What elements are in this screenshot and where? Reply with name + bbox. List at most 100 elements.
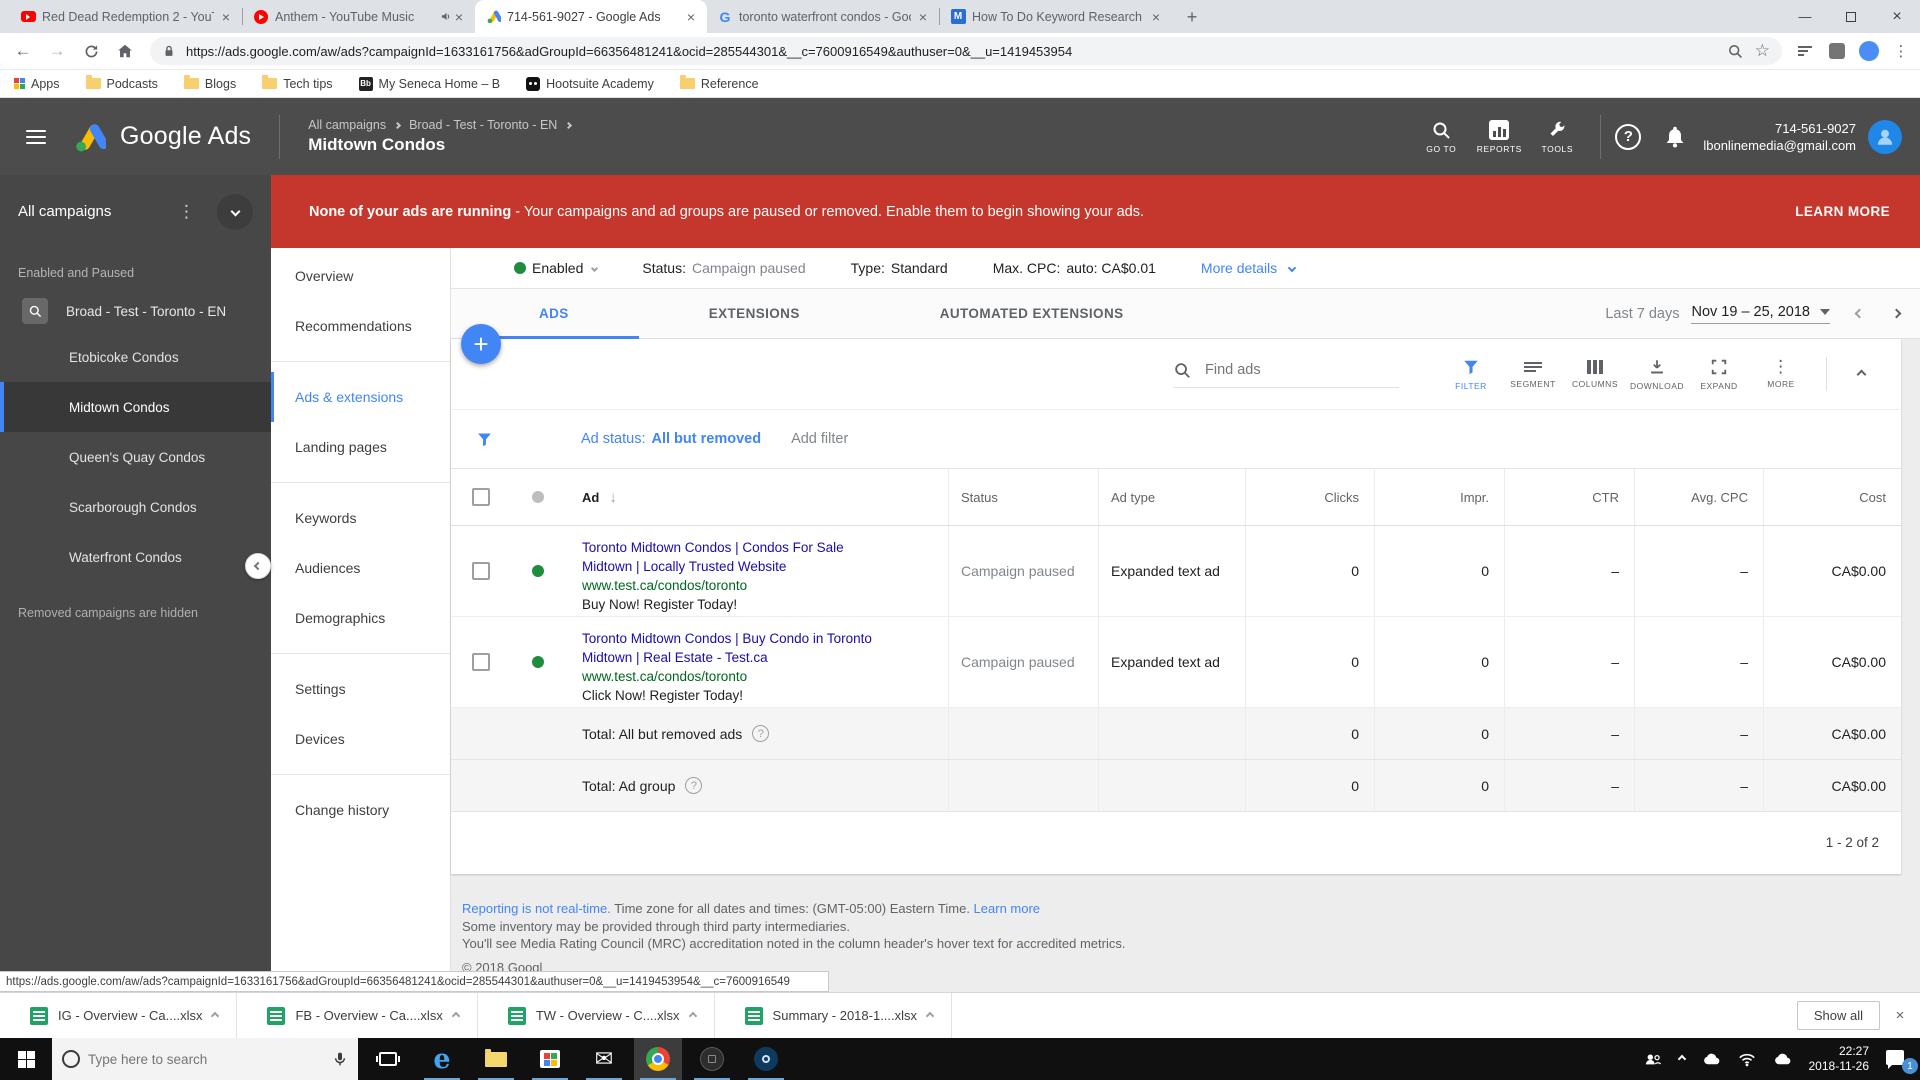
add-ad-fab[interactable]: + xyxy=(461,324,501,364)
help-icon[interactable]: ? xyxy=(1615,123,1642,150)
bookmark-tech-tips[interactable]: Tech tips xyxy=(262,75,333,91)
prev-period-icon[interactable] xyxy=(1854,308,1865,319)
bookmark-reference[interactable]: Reference xyxy=(679,75,759,91)
close-tab-icon[interactable]: × xyxy=(220,9,232,25)
tab-youtube[interactable]: Red Dead Redemption 2 - YouTu × xyxy=(10,0,242,33)
status-dot-header-icon[interactable] xyxy=(531,491,544,503)
nav-ads-extensions-selected[interactable]: Ads & extensions xyxy=(271,372,450,422)
row-checkbox[interactable] xyxy=(471,653,490,671)
col-status[interactable]: Status xyxy=(948,469,1098,525)
ad-headline[interactable]: Toronto Midtown Condos | Buy Condo in To… xyxy=(582,629,872,667)
clock[interactable]: 22:27 2018-11-26 xyxy=(1809,1044,1870,1074)
maximize-button[interactable] xyxy=(1828,0,1874,33)
download-item[interactable]: FB - Overview - Ca....xlsx xyxy=(237,993,476,1038)
columns-button[interactable]: COLUMNS xyxy=(1564,359,1626,389)
download-item[interactable]: IG - Overview - Ca....xlsx xyxy=(0,993,236,1038)
bookmark-podcasts[interactable]: Podcasts xyxy=(85,75,158,91)
bookmark-seneca[interactable]: Bb My Seneca Home – B xyxy=(358,76,500,91)
onedrive-icon[interactable] xyxy=(1702,1050,1721,1069)
nav-devices[interactable]: Devices xyxy=(271,714,450,764)
tab-google-ads-active[interactable]: 714-561-9027 - Google Ads × xyxy=(475,0,707,33)
breadcrumb-campaign[interactable]: Broad - Test - Toronto - EN xyxy=(409,118,557,132)
new-tab-button[interactable]: + xyxy=(1178,3,1206,31)
next-period-icon[interactable] xyxy=(1891,308,1902,319)
nav-landing-pages[interactable]: Landing pages xyxy=(271,422,450,472)
select-all-checkbox[interactable] xyxy=(471,488,490,506)
col-cost[interactable]: Cost xyxy=(1763,469,1901,525)
file-explorer-icon[interactable] xyxy=(472,1038,520,1080)
zoom-icon[interactable] xyxy=(1727,43,1743,59)
help-icon[interactable]: ? xyxy=(685,777,703,794)
tab-extensions[interactable]: EXTENSIONS xyxy=(639,289,870,339)
bookmark-star-icon[interactable]: ☆ xyxy=(1755,41,1770,61)
find-ads-input[interactable] xyxy=(1205,362,1375,378)
enabled-status[interactable]: Enabled xyxy=(514,260,599,276)
taskbar-search-input[interactable] xyxy=(88,1051,324,1067)
tools-button[interactable]: TOOLS xyxy=(1528,120,1586,154)
tab-automated-extensions[interactable]: AUTOMATED EXTENSIONS xyxy=(870,289,1194,339)
col-impr[interactable]: Impr. xyxy=(1374,469,1504,525)
mail-icon[interactable]: ✉ xyxy=(580,1038,628,1080)
taskbar-search[interactable] xyxy=(52,1038,358,1080)
nav-audiences[interactable]: Audiences xyxy=(271,543,450,593)
goto-button[interactable]: GO TO xyxy=(1412,120,1470,154)
download-item[interactable]: TW - Overview - C....xlsx xyxy=(478,993,714,1038)
tab-youtube-music[interactable]: Anthem - YouTube Music × xyxy=(243,0,475,33)
learn-more-link[interactable]: Learn more xyxy=(974,901,1040,916)
reports-button[interactable]: REPORTS xyxy=(1470,119,1528,154)
sidebar-item-scarborough[interactable]: Scarborough Condos xyxy=(0,482,271,532)
sidebar-item-midtown-selected[interactable]: Midtown Condos xyxy=(0,382,271,432)
wifi-icon[interactable] xyxy=(1738,1050,1756,1068)
col-clicks[interactable]: Clicks xyxy=(1245,469,1374,525)
chrome-icon[interactable] xyxy=(634,1038,682,1080)
col-ctr[interactable]: CTR xyxy=(1504,469,1634,525)
nav-keywords[interactable]: Keywords xyxy=(271,493,450,543)
filter-chip[interactable]: Ad status: xyxy=(581,431,645,447)
forward-button[interactable]: → xyxy=(42,36,72,66)
segment-button[interactable]: SEGMENT xyxy=(1502,360,1564,389)
nav-settings[interactable]: Settings xyxy=(271,664,450,714)
gog-galaxy-icon[interactable] xyxy=(688,1038,736,1080)
add-filter-button[interactable]: Add filter xyxy=(791,431,848,447)
extension-grey-icon[interactable] xyxy=(1824,38,1850,64)
close-window-button[interactable]: × xyxy=(1874,0,1920,33)
chevron-up-icon[interactable] xyxy=(451,1011,461,1020)
enabled-dot-icon[interactable] xyxy=(531,656,544,668)
hamburger-menu-icon[interactable] xyxy=(26,126,46,148)
bookmark-apps[interactable]: Apps xyxy=(14,77,60,91)
filter-button[interactable]: FILTER xyxy=(1440,358,1502,391)
download-button[interactable]: DOWNLOAD xyxy=(1626,358,1688,391)
sidebar-item-etobicoke[interactable]: Etobicoke Condos xyxy=(0,332,271,382)
close-tab-icon[interactable]: × xyxy=(453,9,465,25)
ad-preview[interactable]: Toronto Midtown Condos | Buy Condo in To… xyxy=(565,617,885,707)
ad-headline[interactable]: Toronto Midtown Condos | Condos For Sale… xyxy=(582,538,872,576)
nav-demographics[interactable]: Demographics xyxy=(271,593,450,643)
download-item[interactable]: Summary - 2018-1....xlsx xyxy=(715,993,952,1038)
sync-cloud-icon[interactable] xyxy=(1773,1050,1792,1069)
collapse-table-button[interactable] xyxy=(1841,369,1881,379)
kebab-menu-icon[interactable]: ⋮ xyxy=(178,202,195,222)
chevron-up-icon[interactable] xyxy=(211,1011,220,1020)
tab-google-search[interactable]: G toronto waterfront condos - Goo × xyxy=(707,0,939,33)
help-icon[interactable]: ? xyxy=(752,725,770,742)
close-tab-icon[interactable]: × xyxy=(917,9,929,25)
tab-audio-icon[interactable] xyxy=(440,10,453,23)
bookmark-blogs[interactable]: Blogs xyxy=(183,75,236,91)
action-center-icon[interactable]: 1 xyxy=(1886,1049,1918,1074)
chevron-up-icon[interactable] xyxy=(925,1011,935,1020)
col-ad[interactable]: Ad ↓ xyxy=(565,469,948,525)
tray-chevron-up-icon[interactable] xyxy=(1677,1054,1686,1064)
bookmark-hootsuite[interactable]: Hootsuite Academy xyxy=(526,76,654,91)
pagination[interactable]: 1 - 2 of 2 xyxy=(451,812,1901,873)
steam-icon[interactable] xyxy=(742,1038,790,1080)
reporting-link[interactable]: Reporting is not real-time. xyxy=(462,901,611,916)
address-bar[interactable]: ☆ xyxy=(150,37,1782,65)
sidebar-campaign[interactable]: Broad - Test - Toronto - EN xyxy=(0,290,271,332)
chrome-menu-icon[interactable]: ⋮ xyxy=(1888,38,1914,64)
more-button[interactable]: ⋮ MORE xyxy=(1750,358,1812,389)
notifications-bell-icon[interactable] xyxy=(1663,125,1687,149)
learn-more-button[interactable]: LEARN MORE xyxy=(1795,204,1890,219)
chevron-up-icon[interactable] xyxy=(688,1011,697,1020)
url-input[interactable] xyxy=(186,43,1715,59)
nav-overview[interactable]: Overview xyxy=(271,251,450,301)
